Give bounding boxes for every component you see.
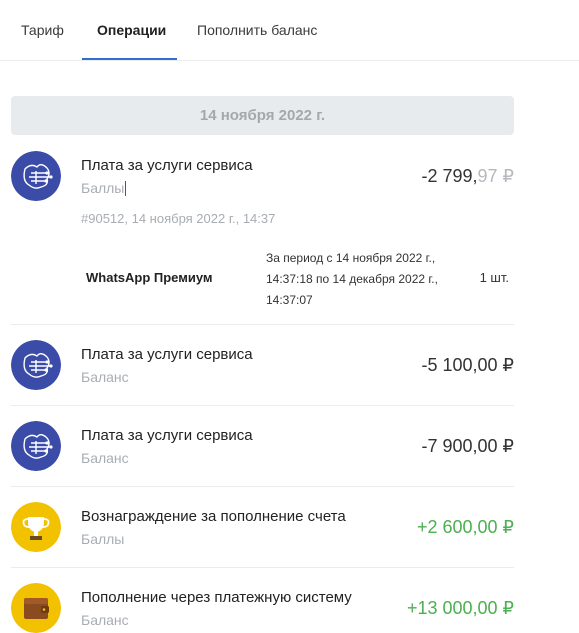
operation-meta: #90512, 14 ноября 2022 г., 14:37 [81, 211, 276, 226]
text-cursor [125, 181, 127, 196]
active-tab-indicator [82, 58, 177, 60]
operation-amount: -5 100,00 ₽ [421, 355, 514, 375]
divider [11, 567, 514, 568]
tab-operations[interactable]: Операции [97, 0, 166, 61]
tab-bar: Тариф Операции Пополнить баланс [0, 0, 579, 61]
operation-account: Баллы [81, 531, 125, 547]
divider [11, 405, 514, 406]
circuit-icon [11, 340, 61, 390]
operation-title: Вознаграждение за пополнение счета [81, 508, 346, 525]
operation-title: Плата за услуги сервиса [81, 157, 253, 174]
operation-amount: -2 799,97 ₽ [421, 166, 514, 186]
operation-account: Баланс [81, 450, 129, 466]
operation-account: Баланс [81, 612, 129, 628]
operation-amount: -7 900,00 ₽ [421, 436, 514, 456]
detail-quantity: 1 шт. [479, 270, 509, 285]
divider [11, 486, 514, 487]
operation-title: Пополнение через платежную систему [81, 589, 352, 606]
trophy-icon [11, 502, 61, 552]
operation-title: Плата за услуги сервиса [81, 427, 253, 444]
circuit-icon [11, 421, 61, 471]
operation-amount: +13 000,00 ₽ [406, 598, 514, 618]
tab-tariff[interactable]: Тариф [21, 0, 64, 61]
operation-account: Баллы [81, 180, 127, 196]
tab-top-up-balance[interactable]: Пополнить баланс [197, 0, 317, 61]
operation-amount: +2 600,00 ₽ [416, 517, 514, 537]
divider [11, 324, 514, 325]
date-header: 14 ноября 2022 г. [11, 96, 514, 135]
operation-title: Плата за услуги сервиса [81, 346, 253, 363]
wallet-icon [11, 583, 61, 633]
detail-service-name: WhatsApp Премиум [86, 270, 213, 285]
detail-period: За период с 14 ноября 2022 г., 14:37:18 … [266, 251, 438, 307]
operation-account: Баланс [81, 369, 129, 385]
circuit-icon [11, 151, 61, 201]
